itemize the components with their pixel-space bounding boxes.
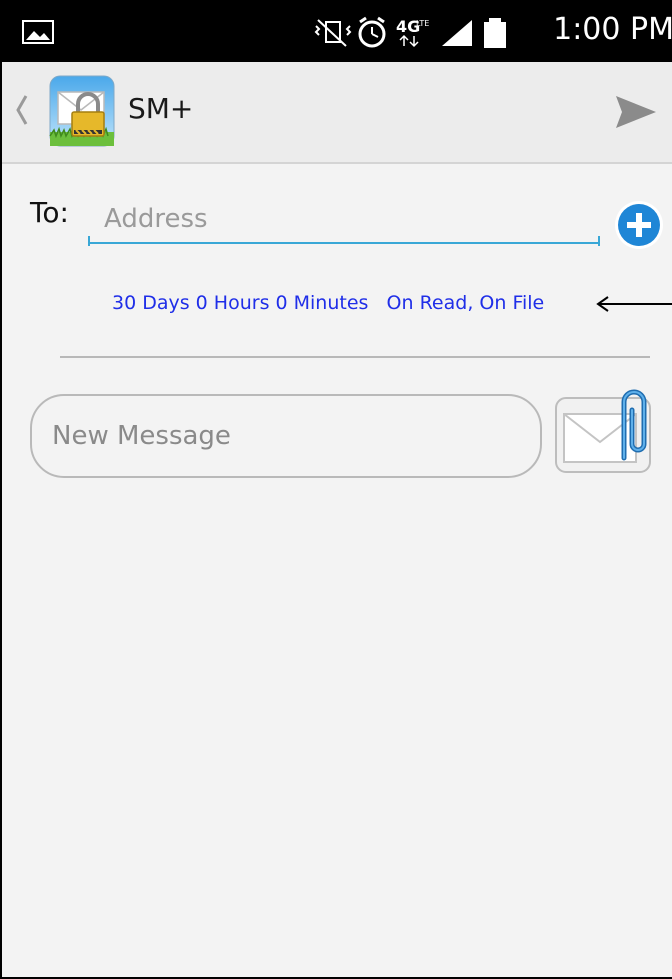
app-title: SM+ xyxy=(128,92,194,125)
4g-lte-icon: 4G LTE xyxy=(396,17,429,48)
expiry-settings-link[interactable]: 30 Days 0 Hours 0 Minutes On Read, On Fi… xyxy=(112,292,544,314)
to-label: To: xyxy=(30,196,69,229)
divider xyxy=(60,356,650,358)
gallery-icon xyxy=(22,20,54,44)
add-contact-icon[interactable] xyxy=(614,200,664,250)
send-icon[interactable] xyxy=(614,92,658,132)
battery-icon xyxy=(484,18,506,48)
annotation-arrow xyxy=(596,296,672,312)
address-underline-right xyxy=(598,236,600,246)
signal-icon xyxy=(442,20,472,46)
app-lock-icon[interactable] xyxy=(48,74,116,148)
status-bar: 4G LTE 1:00 PM xyxy=(2,0,672,62)
status-icons: 4G LTE xyxy=(314,16,506,48)
alarm-icon xyxy=(358,16,386,48)
clock: 1:00 PM xyxy=(553,12,672,47)
svg-text:LTE: LTE xyxy=(416,19,429,28)
mute-icon xyxy=(314,19,352,47)
back-chevron-icon[interactable] xyxy=(14,90,30,130)
attach-button[interactable] xyxy=(554,384,654,476)
message-input[interactable] xyxy=(30,394,542,478)
address-input[interactable] xyxy=(88,196,600,244)
address-underline-left xyxy=(88,236,90,246)
action-bar: SM+ xyxy=(2,62,672,164)
app-screen: 4G LTE 1:00 PM SM+ To: Address 30 Days 0… xyxy=(0,0,672,979)
